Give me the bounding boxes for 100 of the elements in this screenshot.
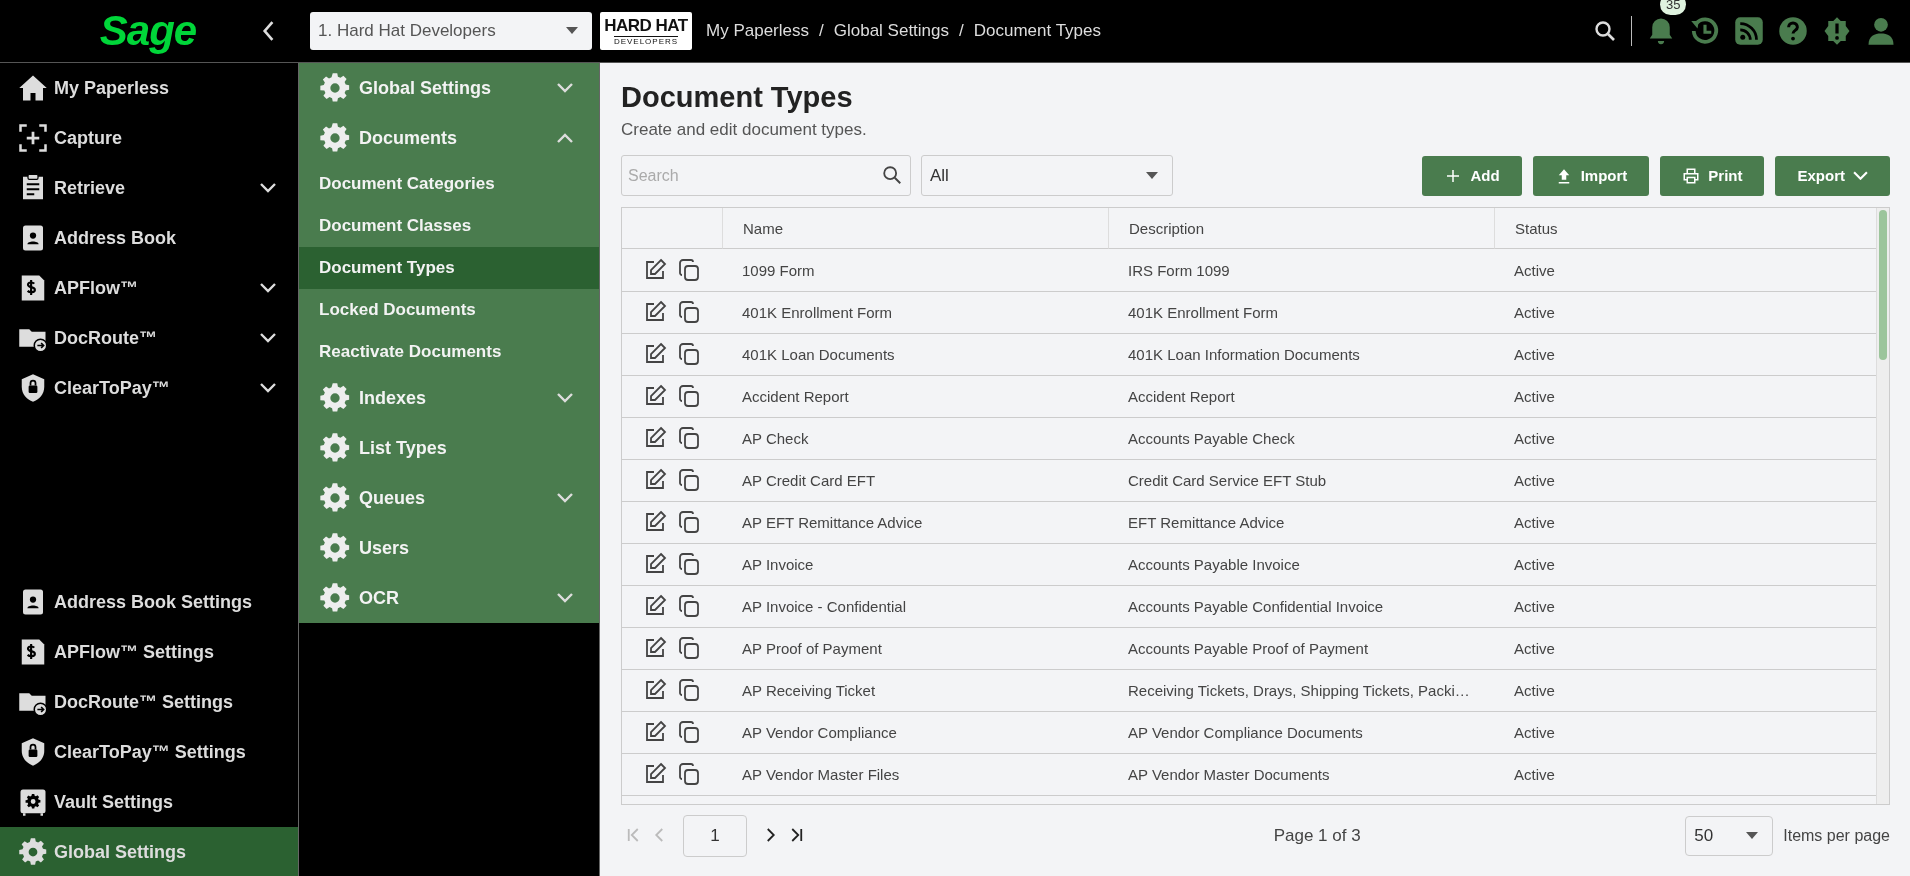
nav-item[interactable]: DocRoute™ — [0, 313, 298, 363]
subnav-link[interactable]: Document Categories — [299, 163, 599, 205]
gear-icon — [319, 482, 351, 514]
breadcrumb-link[interactable]: Global Settings — [833, 21, 949, 41]
subnav-item[interactable]: List Types — [299, 423, 599, 473]
subnav-link[interactable]: Reactivate Documents — [299, 331, 599, 373]
copy-button[interactable] — [676, 299, 702, 326]
nav-item[interactable]: Capture — [0, 113, 298, 163]
table-cell: Credit Card Service EFT Stub — [1108, 460, 1494, 502]
table-cell: AP Invoice - Confidential — [722, 586, 1108, 628]
logo: Sage — [98, 7, 198, 55]
alert-badge-icon[interactable] — [1822, 16, 1852, 46]
caret-down-icon — [1146, 171, 1158, 180]
page-title: Document Types — [621, 81, 854, 114]
copy-button[interactable] — [676, 425, 702, 452]
table-cell: Active — [1494, 754, 1876, 796]
table-cell: Active — [1494, 250, 1876, 292]
nav-item[interactable]: Global Settings — [0, 827, 298, 876]
export-dropdown-button[interactable]: Export — [1775, 155, 1890, 196]
nav-item[interactable]: My Paperless — [0, 63, 298, 113]
nav-item[interactable]: APFlow™ — [0, 263, 298, 313]
subnav-item[interactable]: Users — [299, 523, 599, 573]
copy-button[interactable] — [676, 635, 702, 662]
breadcrumb-link[interactable]: Document Types — [973, 21, 1101, 41]
subnav-link[interactable]: Locked Documents — [299, 289, 599, 331]
help-icon[interactable] — [1778, 16, 1808, 46]
table-cell: Accident Report — [1108, 376, 1494, 418]
subnav-link[interactable]: Document Types — [299, 247, 599, 289]
nav-item[interactable]: Address Book — [0, 213, 298, 263]
copy-button[interactable] — [676, 509, 702, 536]
page-size-select[interactable]: 50 — [1685, 816, 1774, 856]
search-icon[interactable] — [881, 164, 903, 186]
table-cell: 1099 Form — [722, 250, 1108, 292]
subnav-item[interactable]: Indexes — [299, 373, 599, 423]
subnav-item[interactable]: Queues — [299, 473, 599, 523]
copy-button[interactable] — [676, 719, 702, 746]
table-cell: Active — [1494, 376, 1876, 418]
copy-button[interactable] — [676, 257, 702, 284]
search-field[interactable]: Search — [621, 155, 911, 196]
toolbar-button[interactable]: Add — [1422, 155, 1522, 196]
table-cell: AP Vendor Master Documents — [1108, 754, 1494, 796]
nav-item[interactable]: DocRoute™ Settings — [0, 677, 298, 727]
breadcrumb-separator: / — [959, 21, 964, 41]
scrollbar[interactable] — [1876, 208, 1889, 804]
breadcrumb-separator: / — [819, 21, 824, 41]
user-icon[interactable] — [1866, 16, 1896, 46]
filter-select[interactable]: All — [921, 155, 1173, 196]
page-number-field[interactable]: 1 — [683, 815, 747, 857]
history-icon[interactable] — [1690, 16, 1720, 46]
table-cell: AP Check — [722, 418, 1108, 460]
toolbar-button[interactable]: Print — [1660, 155, 1765, 196]
table-cell: Accounts Payable Check — [1108, 418, 1494, 460]
gear-icon — [319, 382, 351, 414]
subnav-item[interactable]: Documents — [299, 113, 599, 163]
caret-down-icon — [566, 27, 578, 35]
table-cell: AP EFT Remittance Advice — [722, 502, 1108, 544]
nav-item[interactable]: ClearToPay™ — [0, 363, 298, 413]
table-cell: Active — [1494, 712, 1876, 754]
company-logo: HARD HAT DEVELOPERS — [600, 12, 692, 50]
table-cell: Active — [1494, 628, 1876, 670]
copy-button[interactable] — [676, 677, 702, 704]
nav-item[interactable]: Address Book Settings — [0, 577, 298, 627]
subnav-link[interactable]: Document Classes — [299, 205, 599, 247]
copy-button[interactable] — [676, 341, 702, 368]
capture-icon — [18, 123, 48, 153]
page-subtitle: Create and edit document types. — [621, 120, 868, 140]
table-cell: Accident Report — [722, 376, 1108, 418]
copy-button[interactable] — [676, 383, 702, 410]
subnav-item[interactable]: OCR — [299, 573, 599, 623]
table-cell: AP Invoice — [722, 544, 1108, 586]
home-icon — [18, 73, 48, 103]
nav-item[interactable]: Vault Settings — [0, 777, 298, 827]
column-header[interactable]: Description — [1108, 208, 1494, 249]
nav-item[interactable]: ClearToPay™ Settings — [0, 727, 298, 777]
table-cell: AP Vendor Compliance — [722, 712, 1108, 754]
table-cell: Accounts Payable Proof of Payment — [1108, 628, 1494, 670]
table-cell: Active — [1494, 418, 1876, 460]
rss-icon[interactable] — [1734, 16, 1764, 46]
chevron-down-icon — [1853, 171, 1868, 180]
table-cell: AP Credit Card EFT — [722, 460, 1108, 502]
toolbar-button[interactable]: Import — [1532, 155, 1650, 196]
nav-item[interactable]: Retrieve — [0, 163, 298, 213]
breadcrumb-link[interactable]: My Paperless — [706, 21, 809, 41]
column-header[interactable]: Name — [722, 208, 1108, 249]
table-cell: Active — [1494, 544, 1876, 586]
gear-icon — [319, 582, 351, 614]
table-cell: Active — [1494, 586, 1876, 628]
subnav-item[interactable]: Global Settings — [299, 63, 599, 113]
table-cell: Active — [1494, 334, 1876, 376]
copy-button[interactable] — [676, 467, 702, 494]
table-cell: Accounts Payable Invoice — [1108, 544, 1494, 586]
table-cell: IRS Form 1099 — [1108, 250, 1494, 292]
company-select[interactable]: 1. Hard Hat Developers — [310, 12, 592, 50]
nav-item[interactable]: APFlow™ Settings — [0, 627, 298, 677]
copy-button[interactable] — [676, 761, 702, 788]
copy-button[interactable] — [676, 551, 702, 578]
column-header[interactable]: Status — [1494, 208, 1876, 249]
copy-button[interactable] — [676, 593, 702, 620]
table-cell: AP Receiving Ticket — [722, 670, 1108, 712]
gear-icon — [18, 837, 48, 867]
